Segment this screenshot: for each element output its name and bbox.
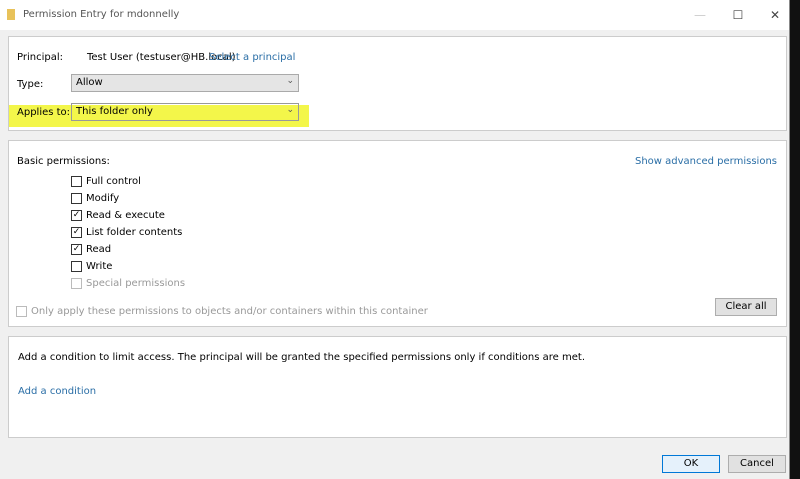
ok-button[interactable]: OK	[662, 455, 720, 473]
permission-entry-dialog: Permission Entry for mdonnelly — ☐ ✕ Pri…	[0, 0, 790, 479]
checkbox-box	[71, 176, 82, 187]
applies-to-label: Applies to:	[17, 107, 71, 118]
chevron-down-icon: ⌄	[286, 105, 294, 115]
add-condition-link[interactable]: Add a condition	[18, 386, 96, 397]
permission-checkbox[interactable]: Modify	[71, 193, 119, 204]
permission-checkbox: Special permissions	[71, 278, 185, 289]
principal-panel: Principal: Test User (testuser@HB.local)…	[8, 36, 787, 131]
checkbox-box	[71, 278, 82, 289]
permission-checkbox[interactable]: Full control	[71, 176, 141, 187]
permission-checkbox[interactable]: ✓ List folder contents	[71, 227, 182, 238]
permission-label: Modify	[86, 193, 120, 204]
permission-checkbox[interactable]: Write	[71, 261, 112, 272]
permission-checkbox[interactable]: ✓ Read	[71, 244, 111, 255]
chevron-down-icon: ⌄	[286, 76, 294, 86]
permission-checkbox[interactable]: ✓ Read & execute	[71, 210, 165, 221]
checkmark-icon: ✓	[71, 210, 82, 221]
permission-label: Special permissions	[86, 278, 186, 289]
type-select[interactable]: Allow ⌄	[71, 74, 299, 92]
only-apply-checkbox[interactable]: Only apply these permissions to objects …	[16, 306, 428, 317]
window-title: Permission Entry for mdonnelly	[23, 9, 180, 20]
checkmark-icon: ✓	[71, 244, 82, 255]
permission-label: Full control	[86, 176, 141, 187]
type-label: Type:	[17, 79, 44, 90]
condition-panel: Add a condition to limit access. The pri…	[8, 336, 787, 438]
permissions-panel: Basic permissions: Show advanced permiss…	[8, 140, 787, 327]
permission-label: Write	[86, 261, 113, 272]
permission-label: Read	[86, 244, 112, 255]
applies-to-value: This folder only	[76, 106, 153, 117]
select-principal-link[interactable]: Select a principal	[209, 52, 295, 63]
type-value: Allow	[76, 77, 103, 88]
checkbox-box	[71, 261, 82, 272]
folder-icon	[7, 9, 15, 20]
minimize-button[interactable]: —	[690, 6, 710, 24]
permission-label: Read & execute	[86, 210, 165, 221]
permission-label: List folder contents	[86, 227, 183, 238]
title-bar: Permission Entry for mdonnelly — ☐ ✕	[0, 0, 789, 30]
close-button[interactable]: ✕	[765, 6, 785, 24]
checkbox-box	[71, 193, 82, 204]
basic-permissions-label: Basic permissions:	[17, 156, 110, 167]
clear-all-button[interactable]: Clear all	[715, 298, 777, 316]
applies-to-select[interactable]: This folder only ⌄	[71, 103, 299, 121]
cancel-button[interactable]: Cancel	[728, 455, 786, 473]
principal-label: Principal:	[17, 52, 63, 63]
condition-text: Add a condition to limit access. The pri…	[18, 352, 585, 363]
show-advanced-permissions-link[interactable]: Show advanced permissions	[635, 156, 777, 167]
checkmark-icon: ✓	[71, 227, 82, 238]
only-apply-label: Only apply these permissions to objects …	[31, 306, 428, 317]
maximize-button[interactable]: ☐	[728, 6, 748, 24]
